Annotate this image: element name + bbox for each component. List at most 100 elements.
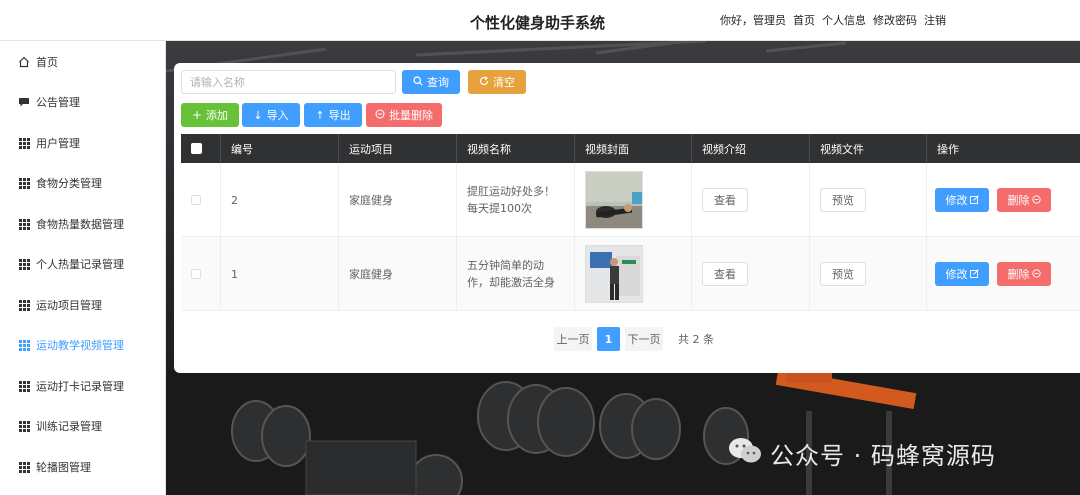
row-checkbox[interactable] [191, 195, 201, 205]
sidebar-item-teaching-video[interactable]: 运动教学视频管理 [0, 325, 166, 365]
grid-icon [18, 461, 30, 473]
column-header: 操作 [937, 142, 959, 156]
prev-page-button[interactable]: 上一页 [554, 327, 592, 351]
batch-delete-button[interactable]: 批量删除 [366, 103, 442, 127]
row-select-cell [181, 237, 221, 311]
select-all-checkbox[interactable] [191, 143, 202, 154]
page-number-button[interactable]: 1 [597, 327, 620, 351]
video-cover-thumbnail[interactable] [585, 245, 643, 303]
query-button[interactable]: 查询 [402, 70, 460, 94]
sidebar-item-sport-project[interactable]: 运动项目管理 [0, 285, 166, 325]
grid-icon [18, 218, 30, 230]
project-cell: 家庭健身 [339, 163, 457, 237]
id-cell: 2 [221, 163, 339, 237]
edit-icon [969, 194, 979, 207]
clear-button[interactable]: 清空 [468, 70, 526, 94]
action-cell: 修改 删除 [927, 163, 1080, 237]
id-cell: 1 [221, 237, 339, 311]
top-nav: 你好，管理员 首页 个人信息 修改密码 注销 [720, 12, 946, 28]
sidebar-item-home[interactable]: 首页 [0, 42, 166, 82]
sidebar-item-users[interactable]: 用户管理 [0, 123, 166, 163]
sidebar-item-announcements[interactable]: 公告管理 [0, 82, 166, 122]
grid-icon [18, 380, 30, 392]
row-select-cell [181, 163, 221, 237]
chat-icon [18, 96, 30, 108]
edit-button[interactable]: 修改 [935, 262, 989, 286]
grid-icon [18, 258, 30, 270]
sidebar-item-label: 训练记录管理 [36, 420, 102, 433]
column-header: 编号 [221, 134, 339, 163]
sidebar-item-label: 轮播图管理 [36, 461, 91, 474]
sidebar-item-training-record[interactable]: 训练记录管理 [0, 406, 166, 446]
file-cell: 预览 [810, 163, 927, 237]
arrow-up-icon: ↑ [315, 108, 325, 122]
edit-button[interactable]: 修改 [935, 188, 989, 212]
delete-button[interactable]: 删除 [997, 188, 1051, 212]
search-icon [413, 75, 423, 89]
header-select-all-cell [181, 134, 221, 163]
table-row: 1 家庭健身 五分钟简单的动作，却能激活全身 查看 预览 修改 删除 [181, 237, 1080, 311]
export-button[interactable]: ↑ 导出 [304, 103, 362, 127]
sidebar: 首页 公告管理 用户管理 食物分类管理 食物热量数据管理 个人热量记录管理 运动… [0, 41, 166, 495]
nav-home-link[interactable]: 首页 [793, 12, 815, 28]
home-icon [18, 56, 30, 68]
sidebar-item-label: 公告管理 [36, 96, 80, 109]
grid-icon [18, 420, 30, 432]
nav-logout-link[interactable]: 注销 [924, 12, 946, 28]
delete-circle-icon [1031, 268, 1041, 281]
row-checkbox[interactable] [191, 269, 201, 279]
video-name-cell: 五分钟简单的动作，却能激活全身 [457, 237, 575, 311]
grid-icon [18, 299, 30, 311]
sidebar-item-label: 首页 [36, 56, 58, 69]
import-button[interactable]: ↓ 导入 [242, 103, 300, 127]
preview-file-button[interactable]: 预览 [820, 188, 866, 212]
cover-cell [575, 237, 692, 311]
table-row: 2 家庭健身 提肛运动好处多！每天提100次 查看 预览 修改 删除 [181, 163, 1080, 237]
video-name-cell: 提肛运动好处多！每天提100次 [457, 163, 575, 237]
app-title: 个性化健身助手系统 [470, 14, 606, 32]
view-intro-button[interactable]: 查看 [702, 262, 748, 286]
plus-icon: + [191, 108, 203, 122]
add-button[interactable]: + 添加 [181, 103, 239, 127]
top-bar: 个性化健身助手系统 你好，管理员 首页 个人信息 修改密码 注销 [0, 0, 1080, 41]
intro-cell: 查看 [692, 237, 810, 311]
edit-icon [969, 268, 979, 281]
video-cover-thumbnail[interactable] [585, 171, 643, 229]
watermark-text: 公众号 · 码蜂窝源码 [770, 442, 996, 470]
action-cell: 修改 删除 [927, 237, 1080, 311]
greeting-text: 你好，管理员 [720, 14, 786, 27]
wechat-icon [728, 437, 762, 471]
column-header: 视频介绍 [692, 134, 810, 163]
nav-profile-link[interactable]: 个人信息 [822, 12, 866, 28]
grid-icon [18, 137, 30, 149]
column-header: 视频封面 [575, 134, 692, 163]
grid-icon [18, 339, 30, 351]
delete-circle-icon [1031, 194, 1041, 207]
sidebar-item-label: 运动打卡记录管理 [36, 380, 124, 393]
sidebar-item-carousel[interactable]: 轮播图管理 [0, 447, 166, 487]
sidebar-item-label: 个人热量记录管理 [36, 258, 124, 271]
sidebar-item-food-category[interactable]: 食物分类管理 [0, 163, 166, 203]
next-page-button[interactable]: 下一页 [625, 327, 663, 351]
arrow-down-icon: ↓ [253, 108, 263, 122]
intro-cell: 查看 [692, 163, 810, 237]
view-intro-button[interactable]: 查看 [702, 188, 748, 212]
column-header: 视频文件 [810, 134, 927, 163]
sidebar-item-food-calorie[interactable]: 食物热量数据管理 [0, 204, 166, 244]
sidebar-item-label: 运动项目管理 [36, 299, 102, 312]
column-header: 视频名称 [457, 134, 575, 163]
sidebar-item-label: 运动教学视频管理 [36, 339, 124, 352]
preview-file-button[interactable]: 预览 [820, 262, 866, 286]
sidebar-item-personal-calorie[interactable]: 个人热量记录管理 [0, 244, 166, 284]
project-cell: 家庭健身 [339, 237, 457, 311]
search-input[interactable] [181, 70, 396, 94]
grid-icon [18, 177, 30, 189]
delete-button[interactable]: 删除 [997, 262, 1051, 286]
watermark: 公众号 · 码蜂窝源码 [728, 436, 996, 471]
nav-change-password-link[interactable]: 修改密码 [873, 12, 917, 28]
sidebar-item-checkin-record[interactable]: 运动打卡记录管理 [0, 366, 166, 406]
sidebar-item-label: 用户管理 [36, 137, 80, 150]
table-header: 编号 运动项目 视频名称 视频封面 视频介绍 视频文件 操作 [181, 134, 1080, 163]
cover-cell [575, 163, 692, 237]
delete-circle-icon [375, 109, 385, 122]
